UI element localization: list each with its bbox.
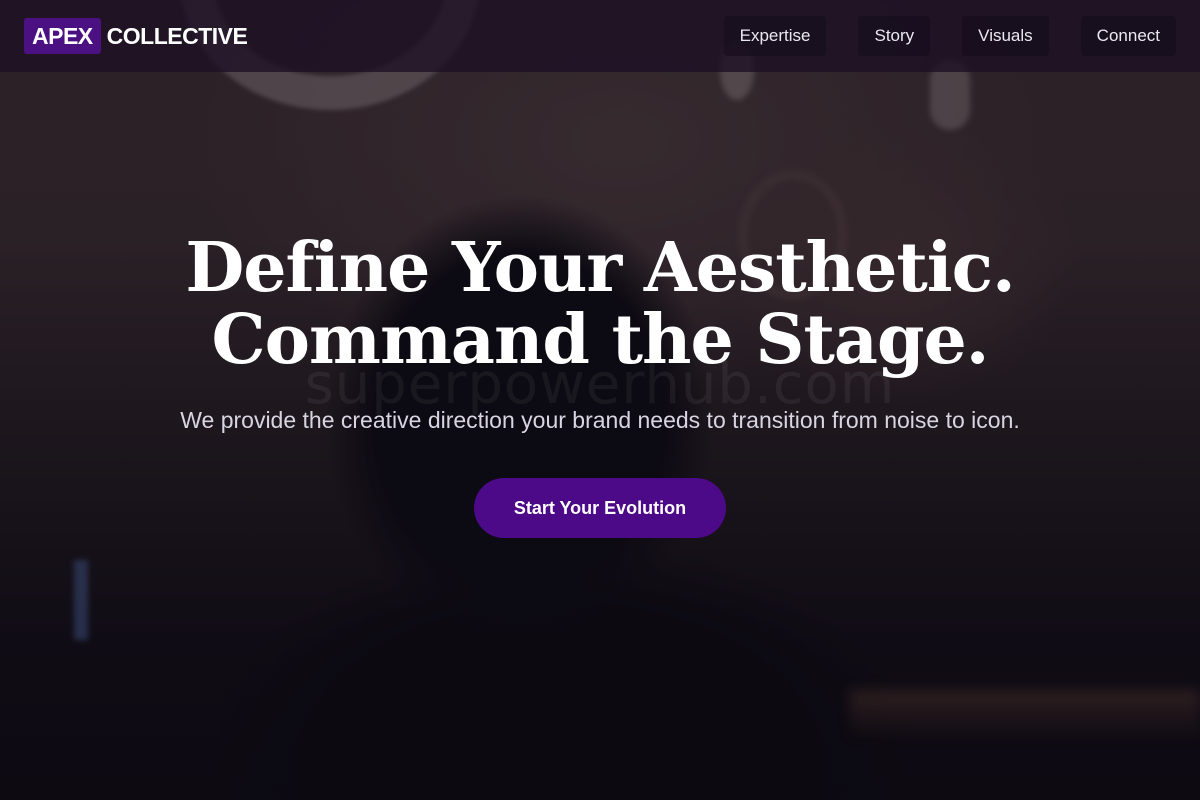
nav-item-visuals[interactable]: Visuals	[962, 16, 1049, 56]
logo-mark: APEX	[24, 18, 101, 54]
hero-subtitle: We provide the creative direction your b…	[180, 407, 1020, 433]
nav-item-story[interactable]: Story	[858, 16, 931, 56]
hero-title-line-2: Command the Stage.	[211, 300, 990, 380]
nav-item-connect[interactable]: Connect	[1080, 16, 1176, 56]
logo-wordmark: COLLECTIVE	[106, 22, 248, 49]
logo[interactable]: APEX COLLECTIVE	[24, 18, 248, 54]
start-evolution-button[interactable]: Start Your Evolution	[474, 478, 726, 538]
hero-title-line-1: Define Your Aesthetic.	[185, 228, 1015, 308]
main-nav: Expertise Story Visuals Connect	[723, 16, 1176, 56]
landing-page: superpowerhub.com APEX COLLECTIVE Expert…	[0, 0, 1200, 800]
hero-title: Define Your Aesthetic. Command the Stage…	[0, 232, 1200, 376]
site-header: APEX COLLECTIVE Expertise Story Visuals …	[0, 0, 1200, 72]
hero-section: Define Your Aesthetic. Command the Stage…	[0, 232, 1200, 538]
nav-item-expertise[interactable]: Expertise	[723, 16, 827, 56]
